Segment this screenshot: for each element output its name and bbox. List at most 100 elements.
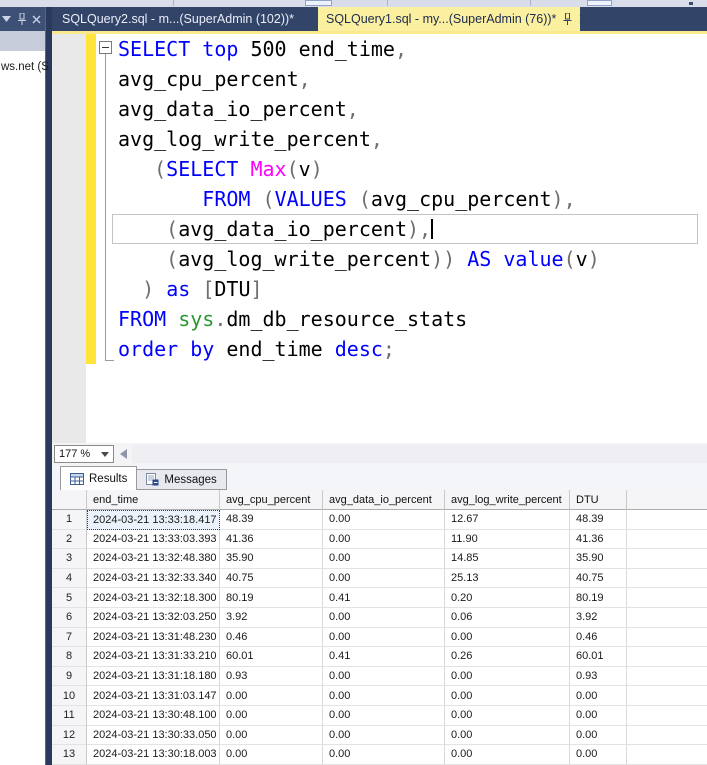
row-header-corner[interactable]: [52, 490, 87, 510]
server-node-label[interactable]: ws.net (S: [1, 61, 49, 73]
row-number[interactable]: 3: [52, 549, 87, 569]
grid-cell[interactable]: 2024-03-21 13:32:48.380: [87, 549, 220, 569]
grid-cell[interactable]: 0.00: [323, 686, 445, 706]
column-header-avg_cpu_percent[interactable]: avg_cpu_percent: [220, 490, 323, 510]
grid-cell[interactable]: 0.00: [323, 529, 445, 550]
pin-icon[interactable]: [16, 13, 27, 25]
grid-cell[interactable]: 35.90: [570, 549, 627, 569]
row-number[interactable]: 2: [52, 529, 87, 550]
grid-cell[interactable]: 2024-03-21 13:30:18.003: [87, 745, 220, 765]
grid-cell[interactable]: 41.36: [570, 529, 627, 550]
column-header-avg_data_io_percent[interactable]: avg_data_io_percent: [323, 490, 445, 510]
grid-cell[interactable]: 2024-03-21 13:31:18.180: [87, 666, 220, 687]
grid-cell[interactable]: 2024-03-21 13:32:33.340: [87, 568, 220, 589]
row-number[interactable]: 10: [52, 686, 87, 706]
grid-cell[interactable]: 0.93: [570, 666, 627, 687]
grid-cell[interactable]: 40.75: [570, 568, 627, 589]
grid-cell[interactable]: 0.41: [323, 647, 445, 667]
toolbar-control[interactable]: [305, 0, 332, 6]
grid-cell[interactable]: 0.00: [445, 686, 570, 706]
grid-cell[interactable]: 2024-03-21 13:32:03.250: [87, 607, 220, 628]
grid-cell[interactable]: 35.90: [220, 549, 323, 569]
hscroll-left-arrow[interactable]: [120, 449, 127, 459]
pin-icon[interactable]: [562, 13, 573, 25]
row-number[interactable]: 13: [52, 745, 87, 765]
grid-cell[interactable]: 11.90: [445, 529, 570, 550]
grid-cell[interactable]: 14.85: [445, 549, 570, 569]
grid-cell[interactable]: 48.39: [220, 510, 323, 530]
toolbar-control[interactable]: [587, 0, 612, 6]
grid-cell[interactable]: 12.67: [445, 510, 570, 530]
row-number[interactable]: 5: [52, 588, 87, 608]
grid-cell[interactable]: 0.46: [220, 627, 323, 648]
grid-cell[interactable]: 0.41: [323, 588, 445, 608]
grid-cell[interactable]: 60.01: [220, 647, 323, 667]
panel-splitter[interactable]: [45, 7, 52, 765]
grid-cell[interactable]: 0.46: [570, 627, 627, 648]
close-icon[interactable]: [579, 14, 589, 24]
grid-cell[interactable]: 2024-03-21 13:31:48.230: [87, 627, 220, 648]
row-number[interactable]: 12: [52, 725, 87, 746]
grid-cell[interactable]: 2024-03-21 13:33:03.393: [87, 529, 220, 550]
horizontal-scrollbar[interactable]: [132, 445, 707, 463]
grid-cell[interactable]: 2024-03-21 13:31:33.210: [87, 647, 220, 667]
grid-cell[interactable]: 0.26: [445, 647, 570, 667]
grid-cell[interactable]: 2024-03-21 13:32:18.300: [87, 588, 220, 608]
grid-cell[interactable]: 3.92: [220, 607, 323, 628]
grid-cell[interactable]: 0.00: [323, 510, 445, 530]
row-number[interactable]: 6: [52, 607, 87, 628]
row-number[interactable]: 1: [52, 510, 87, 530]
grid-cell[interactable]: 0.00: [570, 705, 627, 726]
grid-cell[interactable]: 0.00: [445, 745, 570, 765]
grid-cell[interactable]: 0.00: [220, 686, 323, 706]
grid-cell[interactable]: 0.00: [323, 725, 445, 746]
grid-cell[interactable]: 0.00: [445, 725, 570, 746]
chevron-down-icon[interactable]: [1, 14, 12, 25]
grid-cell[interactable]: 0.00: [323, 549, 445, 569]
grid-cell[interactable]: 0.00: [323, 627, 445, 648]
grid-cell[interactable]: 48.39: [570, 510, 627, 530]
row-number[interactable]: 8: [52, 647, 87, 667]
sql-editor[interactable]: SELECT top 500 end_time, avg_cpu_percent,…: [52, 34, 707, 443]
tab-sqlquery1[interactable]: SQLQuery1.sql - my...(SuperAdmin (76))*: [318, 7, 589, 31]
grid-cell[interactable]: 41.36: [220, 529, 323, 550]
grid-cell[interactable]: 2024-03-21 13:33:18.417: [87, 510, 220, 530]
grid-cell[interactable]: 0.00: [220, 725, 323, 746]
grid-cell[interactable]: 2024-03-21 13:30:33.050: [87, 725, 220, 746]
row-number[interactable]: 4: [52, 568, 87, 589]
tab-messages[interactable]: Messages: [137, 469, 227, 490]
column-header-DTU[interactable]: DTU: [570, 490, 627, 510]
grid-cell[interactable]: 0.06: [445, 607, 570, 628]
grid-cell[interactable]: 0.00: [323, 745, 445, 765]
grid-cell[interactable]: 25.13: [445, 568, 570, 589]
grid-cell[interactable]: 0.00: [445, 666, 570, 687]
grid-cell[interactable]: 0.00: [323, 705, 445, 726]
row-number[interactable]: 7: [52, 627, 87, 648]
tab-sqlquery2[interactable]: SQLQuery2.sql - m...(SuperAdmin (102))*: [52, 7, 318, 31]
grid-cell[interactable]: 0.00: [323, 607, 445, 628]
zoom-level-combobox[interactable]: 177 %: [54, 445, 114, 463]
grid-cell[interactable]: 3.92: [570, 607, 627, 628]
grid-cell[interactable]: 0.00: [220, 745, 323, 765]
grid-cell[interactable]: 40.75: [220, 568, 323, 589]
grid-cell[interactable]: 0.00: [570, 725, 627, 746]
grid-cell[interactable]: 0.00: [445, 705, 570, 726]
grid-cell[interactable]: 80.19: [220, 588, 323, 608]
column-header-end_time[interactable]: end_time: [87, 490, 220, 510]
grid-cell[interactable]: 2024-03-21 13:31:03.147: [87, 686, 220, 706]
close-icon[interactable]: [31, 14, 42, 25]
grid-cell[interactable]: 0.00: [570, 686, 627, 706]
grid-cell[interactable]: 0.00: [220, 705, 323, 726]
grid-cell[interactable]: 0.00: [323, 568, 445, 589]
row-number[interactable]: 11: [52, 705, 87, 726]
grid-cell[interactable]: 60.01: [570, 647, 627, 667]
code-fold-collapse-icon[interactable]: [99, 41, 112, 54]
grid-cell[interactable]: 2024-03-21 13:30:48.100: [87, 705, 220, 726]
grid-cell[interactable]: 0.00: [445, 627, 570, 648]
grid-cell[interactable]: 0.00: [570, 745, 627, 765]
grid-cell[interactable]: 0.00: [323, 666, 445, 687]
grid-cell[interactable]: 80.19: [570, 588, 627, 608]
tab-results[interactable]: Results: [60, 466, 138, 490]
row-number[interactable]: 9: [52, 666, 87, 687]
grid-cell[interactable]: 0.93: [220, 666, 323, 687]
